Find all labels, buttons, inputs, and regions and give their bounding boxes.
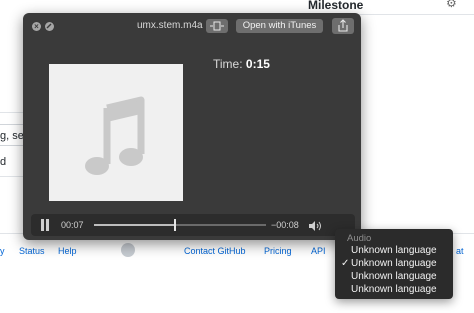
audio-track-menu: Audio Unknown language ✓ Unknown language… <box>335 229 453 299</box>
time-label: Time: <box>213 57 243 71</box>
quicklook-window: × umx.stem.m4a Open with iTunes Time: 0:… <box>23 13 361 240</box>
elapsed-time: 00:07 <box>61 220 84 230</box>
music-note-icon <box>85 96 145 175</box>
audio-track-item[interactable]: Unknown language <box>341 245 447 257</box>
fit-to-window-icon[interactable] <box>206 19 228 33</box>
footer-link-help[interactable]: Help <box>58 246 77 256</box>
time-readout: Time: 0:15 <box>213 57 270 71</box>
audio-menu-header: Audio <box>347 233 372 244</box>
audio-track-item[interactable]: Unknown language <box>341 271 447 283</box>
album-artwork <box>49 64 183 201</box>
titlebar: × umx.stem.m4a Open with iTunes <box>23 13 361 40</box>
open-with-itunes-button[interactable]: Open with iTunes <box>236 19 323 33</box>
gear-icon[interactable]: ⚙ <box>446 0 457 10</box>
audio-track-item[interactable]: Unknown language <box>341 284 447 296</box>
checkmark-icon: ✓ <box>341 258 350 269</box>
time-value: 0:15 <box>245 57 270 71</box>
player-controls: 00:07 −00:08 <box>31 214 355 236</box>
footer-link-pricing[interactable]: Pricing <box>264 246 292 256</box>
github-logo-icon[interactable] <box>121 243 135 257</box>
scrubber-handle[interactable] <box>173 219 176 231</box>
footer-link-y[interactable]: y <box>0 246 5 256</box>
footer-link-status[interactable]: Status <box>19 246 45 256</box>
scrubber[interactable] <box>94 219 266 231</box>
side-text: d <box>0 156 7 168</box>
footer-link-contact[interactable]: Contact GitHub <box>184 246 246 256</box>
pause-icon[interactable] <box>40 219 50 231</box>
file-name: umx.stem.m4a <box>137 20 203 31</box>
fullscreen-icon[interactable] <box>45 22 54 31</box>
audio-track-item[interactable]: ✓ Unknown language <box>341 258 447 270</box>
milestone-label: Milestone <box>308 0 364 12</box>
close-icon[interactable]: × <box>32 22 41 31</box>
remaining-time: −00:08 <box>271 220 299 230</box>
scrubber-progress <box>94 224 175 226</box>
footer-link-api[interactable]: API <box>311 246 326 256</box>
footer-link-tail[interactable]: at <box>456 246 464 256</box>
speaker-icon[interactable] <box>308 219 324 231</box>
share-icon[interactable] <box>332 18 354 34</box>
